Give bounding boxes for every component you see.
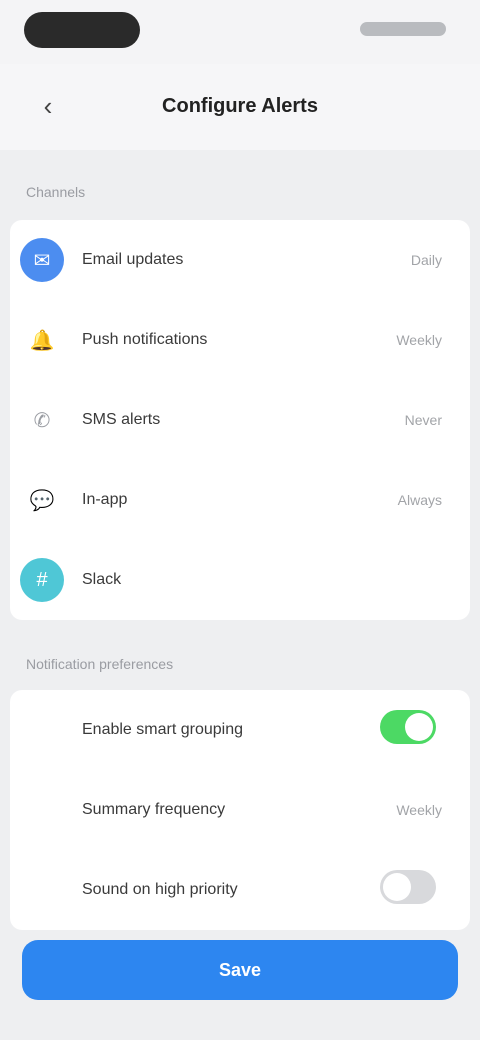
page-title: Configure Alerts [162,95,318,117]
channel-row-inapp[interactable]: 💬 In-app Always [10,460,470,540]
slack-icon: # [20,558,64,602]
email-icon: ✉ [20,238,64,282]
preference-row-sound[interactable]: Sound on high priority [10,850,470,930]
channel-value: Always [397,492,442,508]
channel-row-push[interactable]: 🔔 Push notifications Weekly [10,300,470,380]
save-button[interactable]: Save [22,940,458,1000]
sms-icon: ✆ [33,409,51,432]
navigation-bar: ‹ Configure Alerts [0,64,480,150]
preferences-card: Enable smart grouping Summary frequency … [10,690,470,930]
preference-row-frequency[interactable]: Summary frequency Weekly [10,770,470,850]
bell-icon: 🔔 [29,329,55,352]
channel-row-email[interactable]: ✉ Email updates Daily [10,220,470,300]
channel-value: Daily [410,252,442,268]
channel-label: In-app [82,491,128,508]
channel-label: SMS alerts [82,411,161,428]
channel-value: Never [404,412,442,428]
preference-label: Enable smart grouping [82,721,243,738]
channel-row-slack[interactable]: # Slack [10,540,470,620]
channel-label: Email updates [82,251,184,268]
preference-value: Weekly [396,802,442,818]
grouping-toggle[interactable] [380,710,436,744]
channel-label: Push notifications [82,331,208,348]
channel-label: Slack [82,571,122,588]
status-bar [0,0,480,64]
sound-toggle[interactable] [380,870,436,904]
preference-label: Sound on high priority [82,881,238,898]
chevron-left-icon[interactable]: ‹ [30,88,66,124]
channel-row-sms[interactable]: ✆ SMS alerts Never [10,380,470,460]
section-label-preferences: Notification preferences [26,656,174,672]
toggle-knob [405,713,433,741]
status-bar-pill [24,12,140,48]
preference-label: Summary frequency [82,801,226,818]
status-indicators [360,22,446,36]
preference-row-grouping[interactable]: Enable smart grouping [10,690,470,770]
section-label-channels: Channels [26,184,86,200]
channel-value: Weekly [396,332,442,348]
chat-icon: 💬 [29,489,55,512]
channels-card: ✉ Email updates Daily 🔔 Push notificatio… [10,220,470,620]
toggle-knob [383,873,411,901]
